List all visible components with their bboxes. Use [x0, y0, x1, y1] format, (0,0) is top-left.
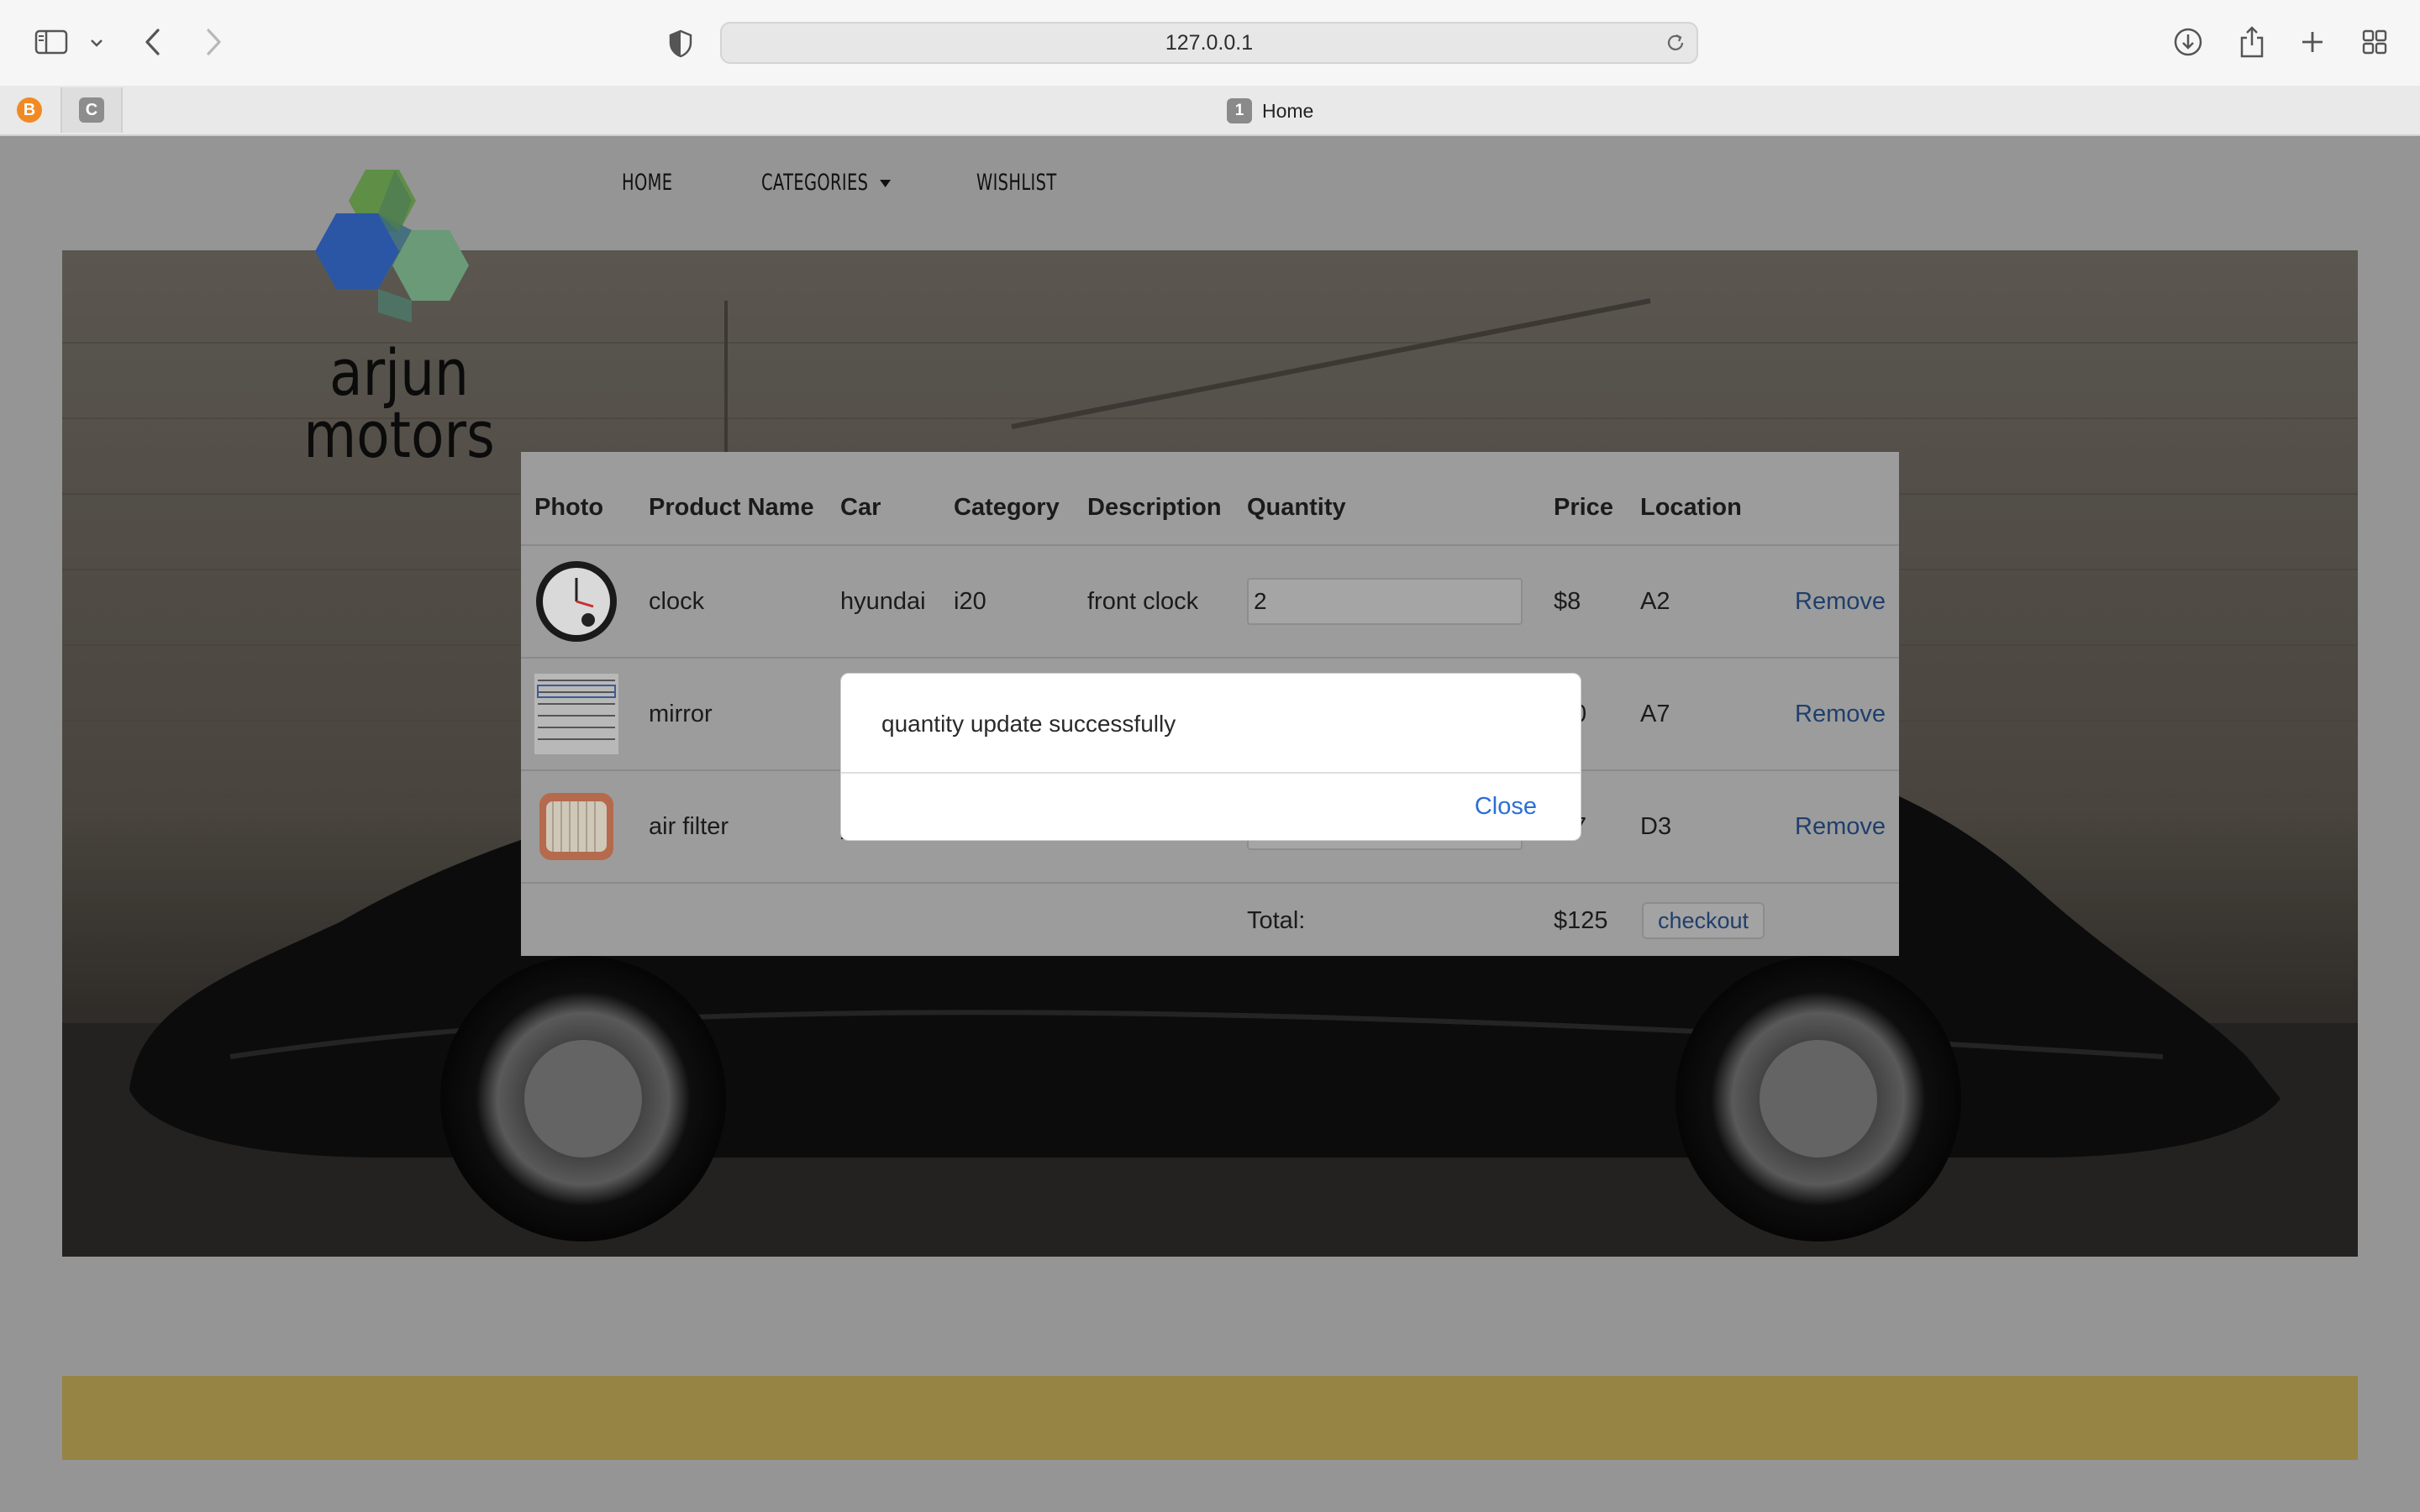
sidebar-toggle-icon[interactable] [32, 25, 71, 59]
header-description: Description [1087, 494, 1222, 521]
address-bar[interactable]: 127.0.0.1 [720, 22, 1698, 64]
pinned-tab-c[interactable]: C [60, 87, 123, 133]
tab-home[interactable]: 1 Home [1227, 96, 1313, 126]
product-photo-mirror [534, 674, 618, 758]
header-category: Category [954, 494, 1060, 521]
cell-category: i20 [954, 588, 986, 615]
alert-modal: quantity update successfully Close [840, 673, 1581, 841]
cell-product: clock [649, 588, 705, 615]
header-car: Car [840, 494, 881, 521]
browser-toolbar: 127.0.0.1 [0, 0, 2420, 86]
total-value: $125 [1554, 907, 1608, 934]
caret-down-icon [880, 180, 892, 187]
tab-number-badge: 1 [1227, 98, 1252, 123]
header-photo: Photo [534, 494, 604, 521]
header-location: Location [1640, 494, 1742, 521]
privacy-shield-icon[interactable] [664, 27, 697, 60]
cell-location: A7 [1640, 701, 1670, 727]
cell-location: A2 [1640, 588, 1670, 615]
cell-description: front clock [1087, 588, 1199, 615]
back-arrow-icon[interactable] [136, 25, 170, 59]
nav-categories-label: CATEGORIES [761, 170, 869, 196]
tab-bar [0, 86, 2420, 136]
share-icon[interactable] [2235, 24, 2269, 60]
checkout-button[interactable]: checkout [1642, 902, 1765, 939]
cell-location: D3 [1640, 813, 1672, 840]
favicon-b-icon: B [17, 97, 42, 123]
logo-hexagons-icon [315, 170, 469, 323]
cell-car: hyundai [840, 588, 926, 615]
cell-price: $8 [1554, 588, 1581, 615]
forward-arrow-icon[interactable] [197, 25, 230, 59]
tab-overview-icon[interactable] [2358, 25, 2391, 59]
pinned-tab-b[interactable]: B [0, 87, 59, 133]
product-photo-air-filter [534, 785, 618, 869]
new-tab-plus-icon[interactable] [2296, 25, 2329, 59]
download-icon[interactable] [2171, 25, 2205, 59]
remove-link[interactable]: Remove [1795, 588, 1886, 616]
cell-product: mirror [649, 701, 713, 727]
header-quantity: Quantity [1247, 494, 1346, 521]
cell-product: air filter [649, 813, 729, 840]
logo-text-line2: motors [303, 397, 495, 472]
chevron-down-icon[interactable] [84, 30, 109, 55]
logo-text-line1: arjun [329, 335, 469, 410]
nav-categories[interactable]: CATEGORIES [761, 170, 892, 196]
remove-link[interactable]: Remove [1795, 701, 1886, 728]
modal-close-button[interactable]: Close [1475, 793, 1537, 821]
product-photo-clock [534, 559, 618, 643]
footer-band [62, 1376, 2358, 1460]
favicon-c-icon: C [79, 97, 104, 123]
modal-divider [841, 772, 1581, 774]
total-label: Total: [1247, 907, 1306, 934]
quantity-input[interactable]: 2 [1247, 578, 1523, 625]
header-price: Price [1554, 494, 1613, 521]
reload-icon[interactable] [1663, 30, 1688, 55]
modal-message: quantity update successfully [881, 711, 1176, 737]
remove-link[interactable]: Remove [1795, 813, 1886, 841]
table-row: clock hyundai i20 front clock 2 $8 A2 Re… [521, 544, 1899, 657]
header-product-name: Product Name [649, 494, 814, 521]
tab-title: Home [1262, 99, 1314, 122]
nav-wishlist[interactable]: WISHLIST [976, 170, 1057, 196]
arjun-motors-logo[interactable]: arjun motors [286, 163, 513, 491]
nav-home[interactable]: HOME [622, 170, 672, 196]
url-text[interactable]: 127.0.0.1 [722, 24, 1697, 62]
